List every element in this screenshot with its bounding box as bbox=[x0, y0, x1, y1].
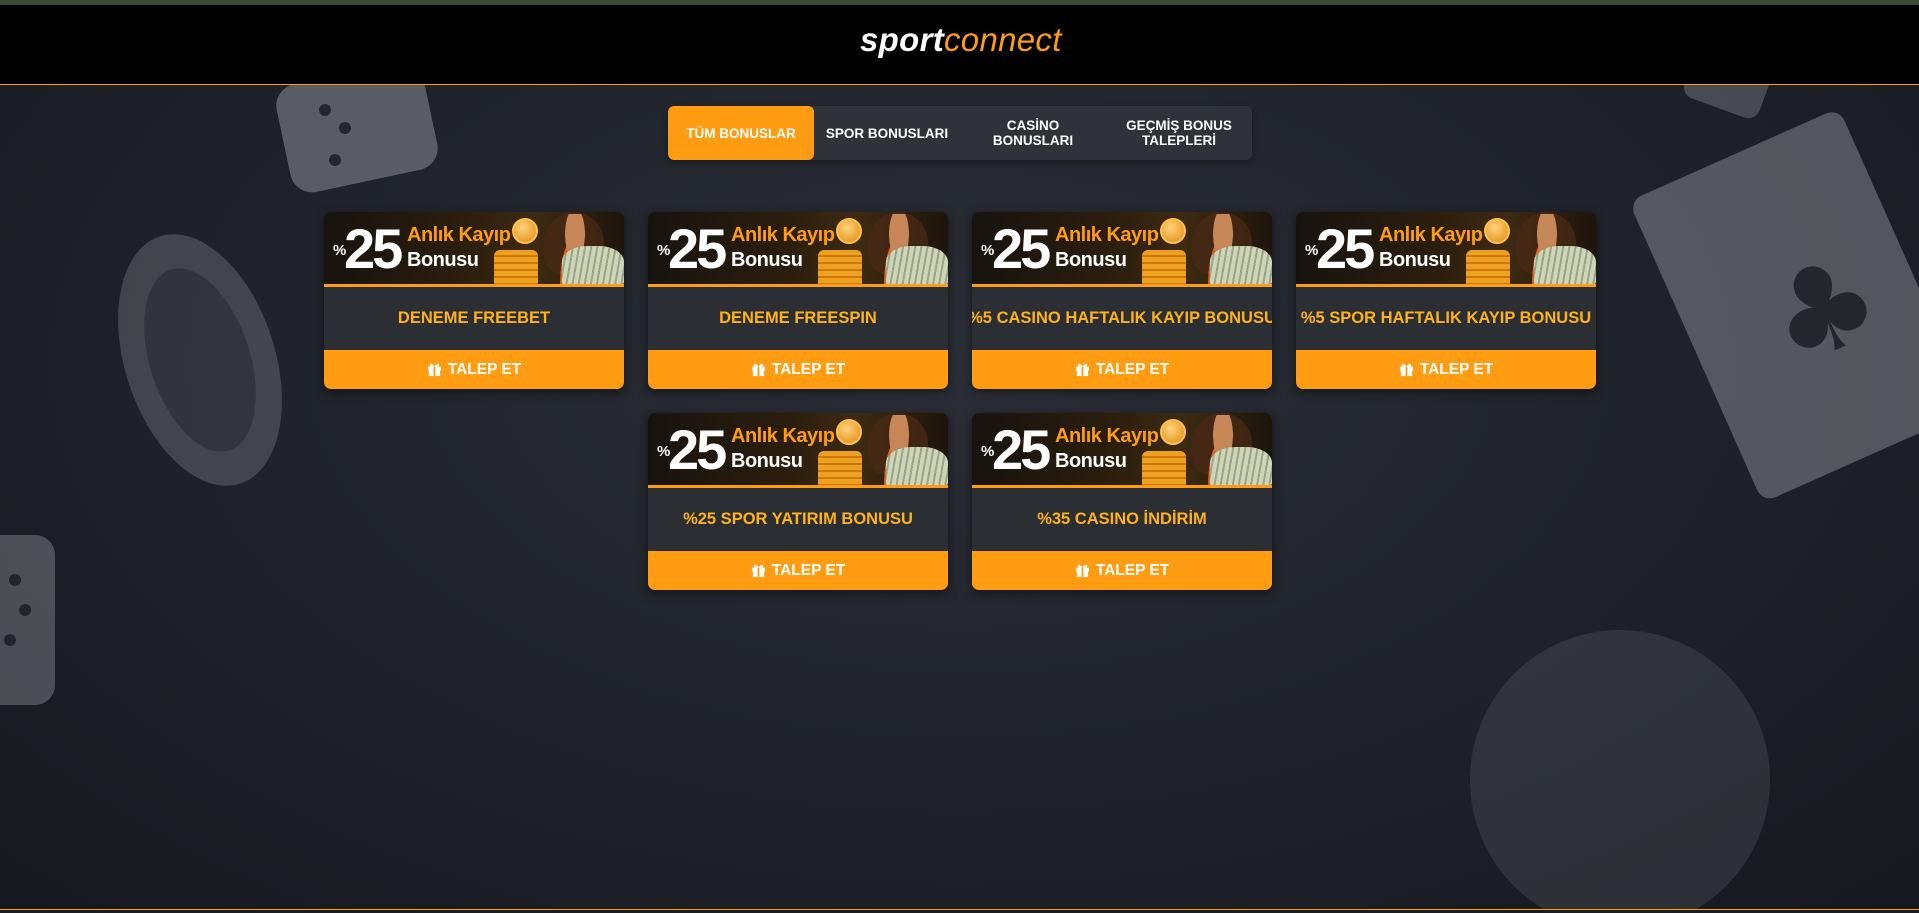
bonus-title: DENEME FREESPIN bbox=[719, 309, 877, 327]
banner-money-fan bbox=[1210, 447, 1272, 485]
tab-past-bonus-requests[interactable]: GEÇMİŞ BONUS TALEPLERİ bbox=[1106, 106, 1252, 160]
svg-text:♣: ♣ bbox=[1746, 225, 1901, 396]
banner-line2: Bonusu bbox=[1379, 249, 1451, 271]
bonus-title: %35 CASINO İNDİRİM bbox=[1037, 510, 1207, 528]
bonus-title: %5 SPOR HAFTALIK KAYIP BONUSU bbox=[1300, 309, 1592, 327]
banner-coin-icon bbox=[1160, 218, 1186, 244]
claim-button-label: TALEP ET bbox=[771, 360, 846, 378]
banner-coin-icon bbox=[1484, 218, 1510, 244]
gift-icon bbox=[427, 363, 441, 377]
bonus-card: % 25 Anlık Kayıp Bonusu %35 CASINO İNDİRİM TA… bbox=[972, 413, 1272, 590]
bonus-title: DENEME FREEBET bbox=[397, 309, 551, 327]
banner-line2: Bonusu bbox=[1055, 450, 1127, 472]
gift-icon bbox=[1075, 564, 1089, 578]
banner-line2: Bonusu bbox=[407, 249, 479, 271]
banner-coin-stack bbox=[1142, 451, 1186, 485]
banner-line2: Bonusu bbox=[731, 249, 803, 271]
bonus-banner-image: % 25 Anlık Kayıp Bonusu bbox=[972, 212, 1272, 287]
banner-line1: Anlık Kayıp bbox=[1055, 224, 1159, 246]
bonus-card: % 25 Anlık Kayıp Bonusu %5 SPOR HAFTALIK KAY… bbox=[1296, 212, 1596, 389]
banner-line1: Anlık Kayıp bbox=[1379, 224, 1483, 246]
banner-money-fan bbox=[1534, 246, 1596, 284]
claim-button-label: TALEP ET bbox=[1419, 360, 1494, 378]
banner-number: 25 bbox=[668, 217, 727, 280]
banner-line2: Bonusu bbox=[731, 450, 803, 472]
banner-line1: Anlık Kayıp bbox=[1055, 425, 1159, 447]
claim-button[interactable]: TALEP ET bbox=[972, 551, 1272, 590]
banner-coin-stack bbox=[818, 250, 862, 284]
banner-money-fan bbox=[886, 447, 948, 485]
tab-casino-bonuses[interactable]: CASİNO BONUSLARI bbox=[960, 106, 1106, 160]
banner-money-fan bbox=[886, 246, 948, 284]
bonus-card: % 25 Anlık Kayıp Bonusu DENEME FREEBET TALEP … bbox=[324, 212, 624, 389]
tab-sport-bonuses[interactable]: SPOR BONUSLARI bbox=[814, 106, 960, 160]
banner-line1: Anlık Kayıp bbox=[731, 425, 835, 447]
banner-number: 25 bbox=[992, 418, 1051, 481]
bonus-card: % 25 Anlık Kayıp Bonusu %25 SPOR YATIRIM BON… bbox=[648, 413, 948, 590]
banner-coin-stack bbox=[1142, 250, 1186, 284]
bonus-category-tabs: TÜM BONUSLAR SPOR BONUSLARI CASİNO BONUS… bbox=[668, 106, 1252, 160]
site-logo[interactable]: sportconnect bbox=[860, 21, 1062, 59]
banner-coin-icon bbox=[512, 218, 538, 244]
banner-coin-icon bbox=[836, 419, 862, 445]
gift-icon bbox=[751, 363, 765, 377]
banner-line1: Anlık Kayıp bbox=[407, 224, 511, 246]
banner-coin-stack bbox=[494, 250, 538, 284]
bonus-banner-image: % 25 Anlık Kayıp Bonusu bbox=[1296, 212, 1596, 287]
bonus-banner-image: % 25 Anlık Kayıp Bonusu bbox=[648, 212, 948, 287]
claim-button[interactable]: TALEP ET bbox=[972, 350, 1272, 389]
bonus-card: % 25 Anlık Kayıp Bonusu %5 CASINO HAFTALIK K… bbox=[972, 212, 1272, 389]
banner-coin-stack bbox=[818, 451, 862, 485]
claim-button-label: TALEP ET bbox=[447, 360, 522, 378]
logo-text-bold: sport bbox=[860, 21, 944, 58]
banner-coin-icon bbox=[836, 218, 862, 244]
gift-icon bbox=[751, 564, 765, 578]
banner-money-fan bbox=[1210, 246, 1272, 284]
bonus-card: % 25 Anlık Kayıp Bonusu DENEME FREESPIN TALEP… bbox=[648, 212, 948, 389]
banner-line1: Anlık Kayıp bbox=[731, 224, 835, 246]
claim-button[interactable]: TALEP ET bbox=[1296, 350, 1596, 389]
claim-button[interactable]: TALEP ET bbox=[648, 350, 948, 389]
gift-icon bbox=[1075, 363, 1089, 377]
banner-coin-icon bbox=[1160, 419, 1186, 445]
tab-all-bonuses[interactable]: TÜM BONUSLAR bbox=[668, 106, 814, 160]
claim-button[interactable]: TALEP ET bbox=[648, 551, 948, 590]
claim-button-label: TALEP ET bbox=[1095, 561, 1170, 579]
logo-text-light: connect bbox=[944, 21, 1062, 58]
banner-number: 25 bbox=[344, 217, 403, 280]
bonus-title: %25 SPOR YATIRIM BONUSU bbox=[683, 510, 913, 528]
bonus-banner-image: % 25 Anlık Kayıp Bonusu bbox=[648, 413, 948, 488]
banner-money-fan bbox=[562, 246, 624, 284]
bonus-banner-image: % 25 Anlık Kayıp Bonusu bbox=[324, 212, 624, 287]
banner-number: 25 bbox=[992, 217, 1051, 280]
claim-button-label: TALEP ET bbox=[771, 561, 846, 579]
claim-button[interactable]: TALEP ET bbox=[324, 350, 624, 389]
claim-button-label: TALEP ET bbox=[1095, 360, 1170, 378]
bonus-banner-image: % 25 Anlık Kayıp Bonusu bbox=[972, 413, 1272, 488]
banner-number: 25 bbox=[668, 418, 727, 481]
site-header: sportconnect bbox=[0, 5, 1919, 85]
footer-line bbox=[0, 909, 1919, 913]
gift-icon bbox=[1399, 363, 1413, 377]
banner-line2: Bonusu bbox=[1055, 249, 1127, 271]
banner-coin-stack bbox=[1466, 250, 1510, 284]
bonus-title: %5 CASINO HAFTALIK KAYIP BONUSU bbox=[972, 309, 1272, 327]
banner-number: 25 bbox=[1316, 217, 1375, 280]
